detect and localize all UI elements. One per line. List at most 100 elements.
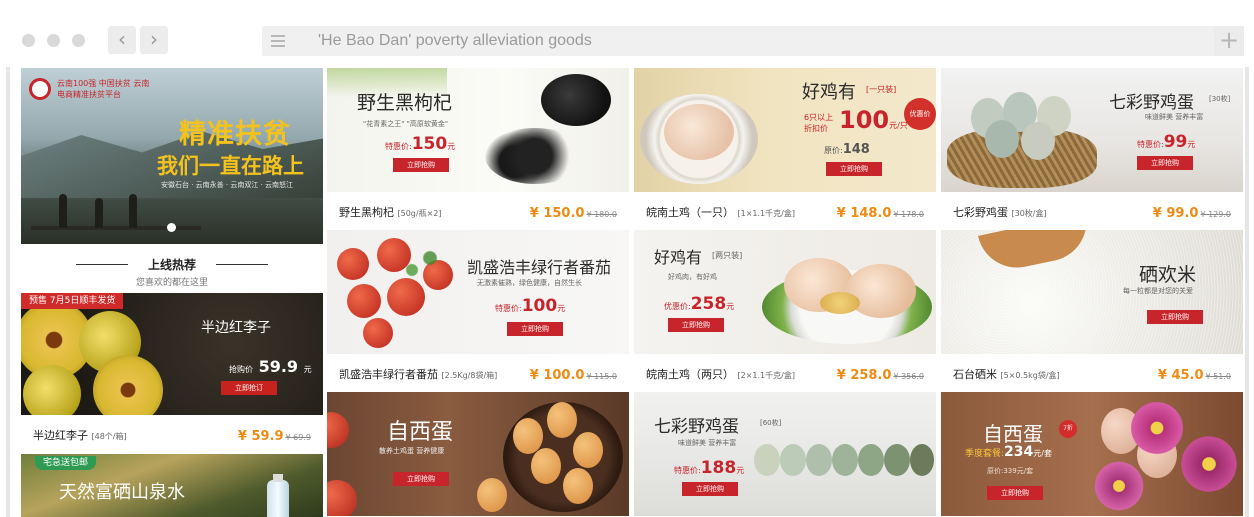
current-price: ¥ 150.0 bbox=[529, 206, 585, 221]
poster-title: 凯盛浩丰绿行者番茄 bbox=[467, 258, 612, 277]
product-card-tomato[interactable]: 凯盛浩丰绿行者番茄 无激素催熟，绿色健康，自然生长 特惠价:100元 立即抢购 … bbox=[327, 230, 629, 392]
window-close-dot[interactable] bbox=[22, 34, 35, 47]
promo-price-unit: 元 bbox=[303, 365, 312, 374]
product-spec: [2.5Kg/8袋/箱] bbox=[441, 371, 498, 380]
org-text: 云南100强 中国扶贫 云南电商精准扶贫平台 bbox=[57, 79, 150, 99]
current-price: ¥ 100.0 bbox=[529, 368, 585, 383]
poster-buy-button[interactable]: 立即抢购 bbox=[1137, 156, 1193, 170]
poster-price: 特惠价:188元 bbox=[674, 458, 744, 478]
hot-section-header: 上线热荐 您喜欢的都在这里 bbox=[21, 254, 323, 288]
original-price: ¥ 129.0 bbox=[1200, 210, 1231, 219]
poster-price-unit: 元/只 bbox=[889, 121, 908, 130]
goji-bowl-image bbox=[541, 74, 611, 126]
banner-headline: 精准扶贫 bbox=[179, 119, 291, 150]
product-price: ¥ 258.0 ¥ 356.0 bbox=[837, 364, 924, 383]
poster-title: 自西蛋 bbox=[983, 422, 1043, 446]
product-card-goji[interactable]: 野生黑枸杞 "花青素之王" "高原软黄金" 特惠价:150元 立即抢购 野生黑枸… bbox=[327, 68, 629, 230]
egg-image bbox=[858, 444, 884, 476]
egg-image bbox=[806, 444, 832, 476]
poster-buy-button[interactable]: 立即抢购 bbox=[507, 322, 563, 336]
forward-button[interactable]: › bbox=[140, 26, 168, 54]
poster-buy-button[interactable]: 立即抢购 bbox=[668, 318, 724, 332]
product-spec: [30枚/盒] bbox=[1011, 209, 1047, 218]
tomato-image bbox=[337, 248, 369, 280]
presale-badge: 预售 7月5日顺丰发货 bbox=[21, 293, 124, 309]
product-card-plum[interactable]: 半边红李子 [48个/箱] ¥ 59.9 ¥ 69.9 bbox=[21, 415, 323, 453]
tomato-image bbox=[327, 412, 349, 448]
product-card-wild-eggs[interactable]: 七彩野鸡蛋 [30枚] 味道鲜美 营养丰富 特惠价:99元 立即抢购 七彩野鸡蛋… bbox=[941, 68, 1243, 230]
product-spec: [1×1.1千克/盒] bbox=[737, 209, 795, 218]
plus-icon: + bbox=[1218, 26, 1240, 54]
poster-tagline: 散养土鸡蛋 营养健康 bbox=[379, 447, 445, 455]
product-card-native-eggs[interactable]: 自西蛋 散养土鸡蛋 营养健康 立即抢购 bbox=[327, 392, 629, 516]
poster-buy-button[interactable]: 立即抢购 bbox=[826, 162, 882, 176]
poster-price-unit: 元 bbox=[447, 142, 456, 151]
product-card-selenium-rice[interactable]: 硒欢米 每一粒都是对您的关爱 立即抢购 石台硒米 [5×0.5kg袋/盒] ¥ … bbox=[941, 230, 1243, 392]
reader-menu-icon[interactable] bbox=[271, 35, 285, 47]
person-silhouette bbox=[59, 194, 67, 228]
plum-promo-banner[interactable]: 预售 7月5日顺丰发货 半边红李子 抢购价 59.9 元 立即抢订 bbox=[21, 293, 323, 415]
org-logo-icon bbox=[29, 78, 51, 100]
product-card-wild-eggs-60[interactable]: 七彩野鸡蛋 [60枚] 味道鲜美 营养丰富 特惠价:188元 立即抢购 bbox=[634, 392, 936, 516]
poster-tagline: "花青素之王" "高原软黄金" bbox=[363, 120, 449, 128]
poster-title: 七彩野鸡蛋 bbox=[654, 417, 739, 437]
address-text[interactable]: 'He Bao Dan' poverty alleviation goods bbox=[318, 32, 592, 50]
back-button[interactable]: ‹ bbox=[108, 26, 136, 54]
product-image: 七彩野鸡蛋 [30枚] 味道鲜美 营养丰富 特惠价:99元 立即抢购 bbox=[941, 68, 1243, 192]
poster-price-label: 特惠价: bbox=[385, 142, 412, 151]
flower-image bbox=[1177, 432, 1241, 496]
poster-title: 自西蛋 bbox=[387, 420, 454, 445]
product-image: 自西蛋 散养土鸡蛋 营养健康 立即抢购 bbox=[327, 392, 629, 516]
spring-water-banner[interactable]: 宅急送包邮 天然富硒山泉水 bbox=[21, 454, 323, 517]
product-name-text: 野生黑枸杞 bbox=[339, 206, 394, 219]
current-price: ¥ 258.0 bbox=[836, 368, 892, 383]
product-card-chicken-one[interactable]: 好鸡有 [一只装] 6只以上 折扣价 100元/只 优惠价 原价:148 立即抢… bbox=[634, 68, 936, 230]
poster-price-value: 99 bbox=[1163, 132, 1188, 152]
poster-buy-button[interactable]: 立即抢购 bbox=[393, 158, 449, 172]
discount-badge: 7折 bbox=[1059, 420, 1077, 438]
leaf-decoration bbox=[367, 240, 457, 300]
poster-buy-button[interactable]: 立即抢购 bbox=[1147, 310, 1203, 324]
egg-image bbox=[832, 444, 858, 476]
product-price: ¥ 150.0 ¥ 180.0 bbox=[530, 202, 617, 221]
address-bar[interactable]: 'He Bao Dan' poverty alleviation goods bbox=[262, 26, 1215, 56]
product-name-text: 凯盛浩丰绿行者番茄 bbox=[339, 368, 438, 381]
poster-price-unit: 元 bbox=[1187, 140, 1196, 149]
product-card-native-eggs-set[interactable]: 自西蛋 7折 季度套餐:234元/套 原价:339元/套 立即抢购 bbox=[941, 392, 1243, 516]
window-zoom-dot[interactable] bbox=[72, 34, 85, 47]
current-price: ¥ 148.0 bbox=[836, 206, 892, 221]
tomato-image bbox=[327, 480, 357, 516]
egg-image bbox=[477, 478, 507, 512]
current-price: ¥ 59.9 bbox=[237, 429, 284, 444]
product-name-text: 皖南土鸡（两只） bbox=[646, 368, 734, 381]
product-image: 好鸡有 [两只装] 好鸡肉，有好鸡 优惠价:258元 立即抢购 bbox=[634, 230, 936, 354]
poster-price-value: 100 bbox=[839, 106, 890, 134]
original-price: ¥ 356.0 bbox=[893, 372, 924, 381]
poster-price-value: 100 bbox=[521, 296, 558, 316]
product-name: 凯盛浩丰绿行者番茄 [2.5Kg/8袋/箱] bbox=[339, 366, 497, 382]
product-name: 石台硒米 [5×0.5kg袋/盒] bbox=[953, 366, 1060, 382]
product-name: 半边红李子 [48个/箱] bbox=[33, 427, 127, 443]
product-spec: [5×0.5kg袋/盒] bbox=[1000, 371, 1060, 380]
product-spec: [48个/箱] bbox=[91, 432, 127, 441]
discount-badge: 优惠价 bbox=[904, 98, 936, 130]
poster-tagline: 味道鲜美 营养丰富 bbox=[1145, 113, 1204, 121]
hero-banner[interactable]: 云南100强 中国扶贫 云南电商精准扶贫平台 精准扶贫 我们一直在路上 安徽石台… bbox=[21, 68, 323, 244]
poster-old-price-value: 148 bbox=[842, 142, 870, 157]
new-tab-button[interactable]: + bbox=[1214, 26, 1244, 56]
poster-buy-button[interactable]: 立即抢购 bbox=[393, 472, 449, 486]
poster-tagline: 无激素催熟，绿色健康，自然生长 bbox=[477, 279, 582, 287]
product-image: 凯盛浩丰绿行者番茄 无激素催熟，绿色健康，自然生长 特惠价:100元 立即抢购 bbox=[327, 230, 629, 354]
egg-image bbox=[985, 120, 1019, 158]
current-price: ¥ 45.0 bbox=[1157, 368, 1204, 383]
poster-subtitle: [两只装] bbox=[712, 251, 743, 260]
poster-buy-button[interactable]: 立即抢购 bbox=[987, 486, 1043, 500]
promo-price-value: 59.9 bbox=[258, 357, 299, 376]
promo-order-button[interactable]: 立即抢订 bbox=[221, 381, 277, 395]
window-minimize-dot[interactable] bbox=[47, 34, 60, 47]
carousel-dot[interactable] bbox=[167, 223, 176, 232]
product-name-text: 七彩野鸡蛋 bbox=[953, 206, 1008, 219]
poster-price-label: 特惠价: bbox=[1137, 140, 1164, 149]
product-card-chicken-two[interactable]: 好鸡有 [两只装] 好鸡肉，有好鸡 优惠价:258元 立即抢购 皖南土鸡（两只）… bbox=[634, 230, 936, 392]
poster-buy-button[interactable]: 立即抢购 bbox=[682, 482, 738, 496]
